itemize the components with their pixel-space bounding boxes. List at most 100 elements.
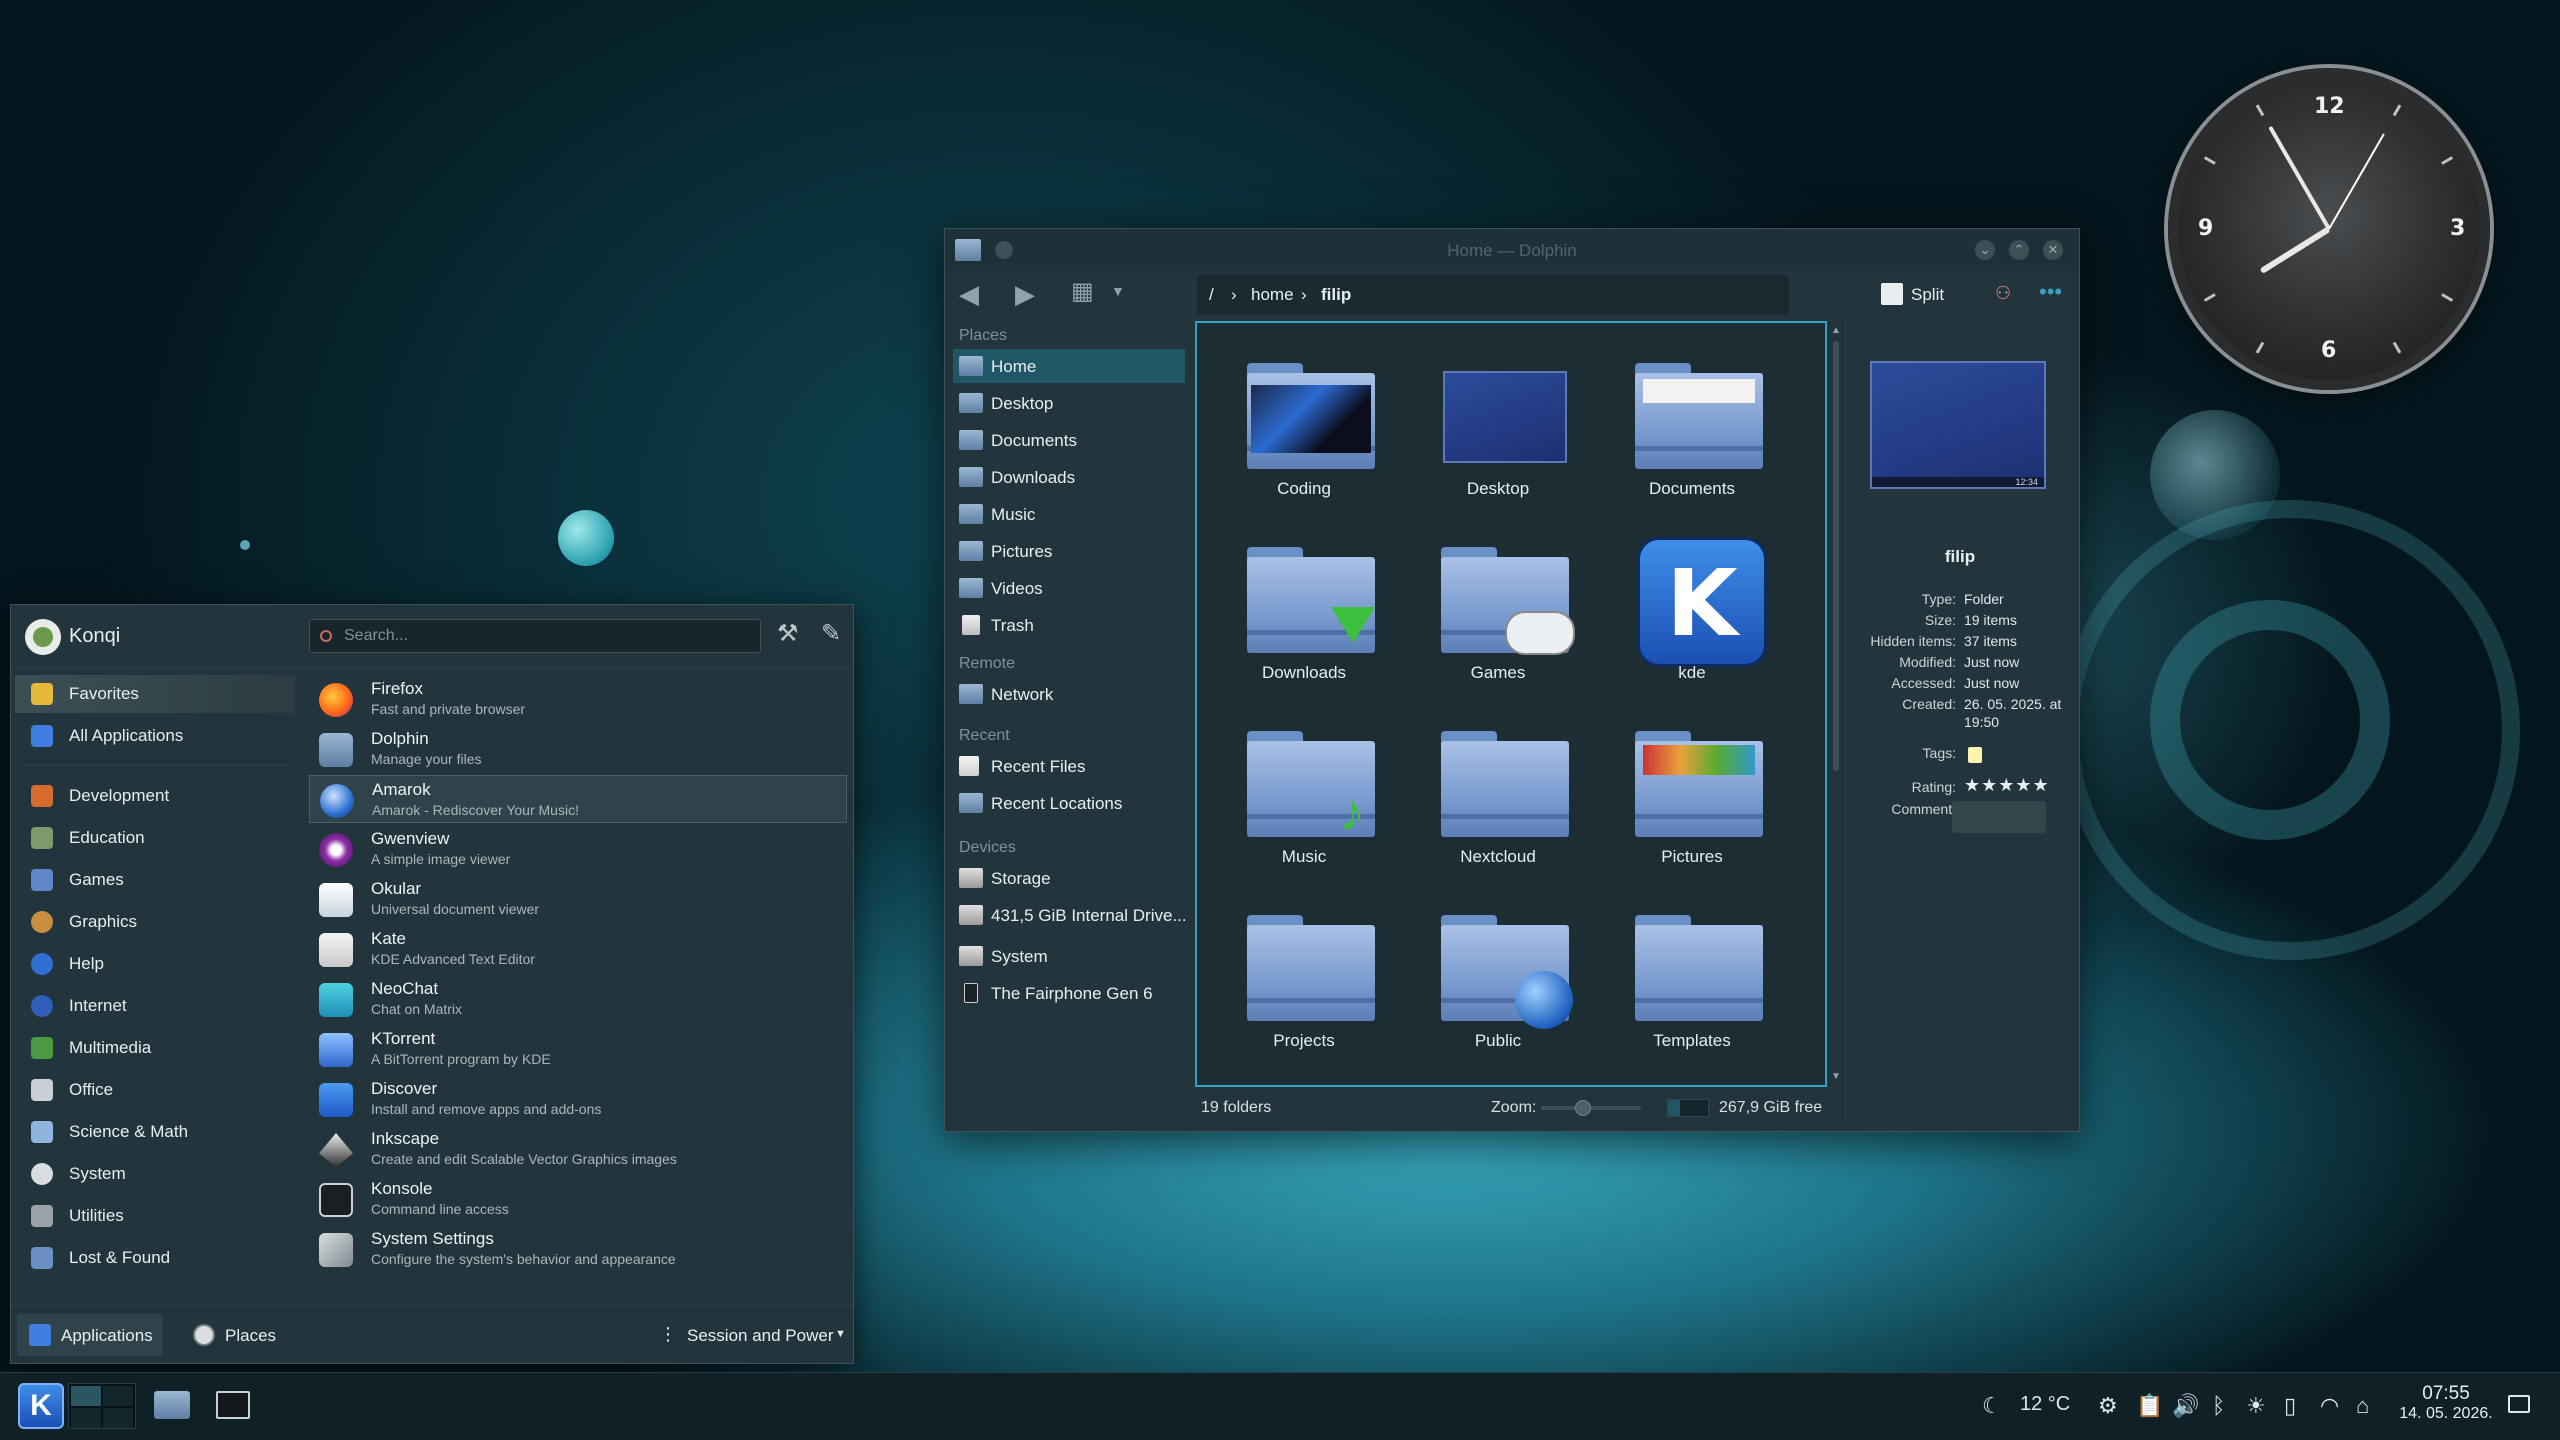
folder-item[interactable]: Projects <box>1219 895 1389 1065</box>
category-games[interactable]: Games <box>15 861 295 899</box>
place-downloads[interactable]: Downloads <box>953 460 1185 494</box>
place-recent-locations[interactable]: Recent Locations <box>953 786 1185 820</box>
scroll-down-icon[interactable]: ▼ <box>1831 1071 1841 1082</box>
category-multimedia[interactable]: Multimedia <box>15 1029 295 1067</box>
app-okular[interactable]: Okular Universal document viewer <box>309 875 847 923</box>
app-konsole[interactable]: Konsole Command line access <box>309 1175 847 1223</box>
folder-item[interactable]: Nextcloud <box>1413 711 1583 881</box>
back-arrow-icon[interactable]: ◀ <box>959 279 979 310</box>
scrollbar[interactable]: ▲ ▼ <box>1831 325 1841 1085</box>
folder-item[interactable]: Public <box>1413 895 1583 1065</box>
category-development[interactable]: Development <box>15 777 295 815</box>
close-button[interactable]: ✕ <box>2043 240 2063 260</box>
app-kate[interactable]: Kate KDE Advanced Text Editor <box>309 925 847 973</box>
place-recent-files[interactable]: Recent Files <box>953 749 1185 783</box>
forward-arrow-icon[interactable]: ▶ <box>1015 279 1035 310</box>
app-system-settings[interactable]: System Settings Configure the system's be… <box>309 1225 847 1273</box>
app-firefox[interactable]: Firefox Fast and private browser <box>309 675 847 723</box>
places-tab[interactable]: Places <box>181 1314 291 1356</box>
category-favorites[interactable]: Favorites <box>15 675 295 713</box>
app-amarok[interactable]: Amarok Amarok - Rediscover Your Music! <box>309 775 847 823</box>
scroll-up-icon[interactable]: ▲ <box>1831 325 1841 336</box>
zoom-slider[interactable] <box>1541 1100 1641 1116</box>
wifi-icon[interactable]: ◠ <box>2320 1393 2339 1419</box>
breadcrumb-current[interactable]: filip <box>1321 285 1351 305</box>
dolphin-window[interactable]: Home — Dolphin ⌄ ⌃ ✕ ◀ ▶ ▦ ▼ / › home › … <box>944 228 2080 1132</box>
place-pictures[interactable]: Pictures <box>953 534 1185 568</box>
folder-item[interactable]: Pictures <box>1607 711 1777 881</box>
notifications-icon[interactable]: ⌂ <box>2356 1393 2369 1419</box>
folder-item[interactable]: Templates <box>1607 895 1777 1065</box>
app-discover[interactable]: Discover Install and remove apps and add-… <box>309 1075 847 1123</box>
category-office[interactable]: Office <box>15 1071 295 1109</box>
place-storage[interactable]: Storage <box>953 861 1185 895</box>
pin-icon[interactable]: ✎ <box>821 619 841 648</box>
menu-icon[interactable]: ••• <box>2039 279 2062 305</box>
night-mode-icon[interactable]: ☾ <box>1982 1393 2002 1419</box>
task-konsole[interactable] <box>210 1383 256 1429</box>
category-system[interactable]: System <box>15 1155 295 1193</box>
comment-field[interactable] <box>1952 801 2046 833</box>
place-internal-drive[interactable]: 431,5 GiB Internal Drive... <box>953 898 1187 932</box>
brightness-icon[interactable]: ☀ <box>2246 1393 2266 1419</box>
tag-icon[interactable] <box>1968 747 1982 763</box>
application-launcher[interactable]: Konqi Search... ⚒ ✎ Favorites All Applic… <box>10 604 854 1364</box>
category-all-applications[interactable]: All Applications <box>15 717 295 755</box>
minimize-button[interactable]: ⌄ <box>1975 240 1995 260</box>
app-ktorrent[interactable]: KTorrent A BitTorrent program by KDE <box>309 1025 847 1073</box>
folder-item[interactable]: Games <box>1413 527 1583 697</box>
bluetooth-icon[interactable]: ᛒ <box>2212 1393 2225 1419</box>
breadcrumb[interactable]: / › home › filip <box>1197 275 1789 315</box>
category-graphics[interactable]: Graphics <box>15 903 295 941</box>
pager-desktop-2[interactable] <box>103 1386 133 1406</box>
place-network[interactable]: Network <box>953 677 1185 711</box>
pager-desktop-3[interactable] <box>71 1408 101 1428</box>
show-desktop-button[interactable] <box>2508 1395 2530 1413</box>
pager-widget[interactable] <box>68 1383 136 1429</box>
app-neochat[interactable]: NeoChat Chat on Matrix <box>309 975 847 1023</box>
task-dolphin[interactable] <box>148 1383 194 1429</box>
pager-desktop-1[interactable] <box>71 1386 101 1406</box>
place-documents[interactable]: Documents <box>953 423 1185 457</box>
folder-item[interactable]: Downloads <box>1219 527 1389 697</box>
applications-tab[interactable]: Applications <box>17 1314 163 1356</box>
search-icon[interactable]: ⚇ <box>1995 283 2011 304</box>
titlebar[interactable]: Home — Dolphin ⌄ ⌃ ✕ <box>945 229 2079 271</box>
place-music[interactable]: Music <box>953 497 1185 531</box>
place-videos[interactable]: Videos <box>953 571 1185 605</box>
category-education[interactable]: Education <box>15 819 295 857</box>
view-mode-icon[interactable]: ▦ <box>1071 277 1094 306</box>
folder-item[interactable]: Desktop <box>1413 343 1583 513</box>
place-fairphone[interactable]: The Fairphone Gen 6 <box>953 976 1185 1010</box>
breadcrumb-root[interactable]: / <box>1209 285 1214 305</box>
category-help[interactable]: Help <box>15 945 295 983</box>
split-button[interactable]: Split <box>1911 285 1944 305</box>
place-trash[interactable]: Trash <box>953 608 1185 642</box>
maximize-button[interactable]: ⌃ <box>2009 240 2029 260</box>
folder-item[interactable]: Coding <box>1219 343 1389 513</box>
weather-temp[interactable]: 12 °C <box>2020 1393 2070 1416</box>
pager-desktop-4[interactable] <box>103 1408 133 1428</box>
category-utilities[interactable]: Utilities <box>15 1197 295 1235</box>
settings-gear-icon[interactable]: ⚙ <box>2098 1393 2118 1419</box>
category-science-math[interactable]: Science & Math <box>15 1113 295 1151</box>
configure-icon[interactable]: ⚒ <box>777 619 799 648</box>
category-internet[interactable]: Internet <box>15 987 295 1025</box>
place-home[interactable]: Home <box>953 349 1185 383</box>
folder-item[interactable]: ♪ Music <box>1219 711 1389 881</box>
rating-stars[interactable]: ★★★★★ <box>1964 775 2050 796</box>
place-system[interactable]: System <box>953 939 1185 973</box>
volume-icon[interactable]: 🔊 <box>2172 1393 2199 1419</box>
zoom-slider-handle[interactable] <box>1575 1100 1591 1116</box>
clipboard-icon[interactable]: 📋 <box>2136 1393 2163 1419</box>
analog-clock[interactable]: 12 3 6 9 <box>2168 68 2490 390</box>
folder-item[interactable]: Documents <box>1607 343 1777 513</box>
scrollbar-handle[interactable] <box>1833 341 1839 771</box>
folder-item[interactable]: K kde <box>1607 527 1777 697</box>
battery-icon[interactable]: ▯ <box>2284 1393 2296 1419</box>
breadcrumb-home[interactable]: home <box>1251 285 1294 305</box>
chevron-down-icon[interactable]: ▼ <box>1111 283 1125 299</box>
session-power-button[interactable]: ⋮ Session and Power ▼ <box>651 1314 851 1356</box>
category-lost-found[interactable]: Lost & Found <box>15 1239 295 1277</box>
kde-launcher-button[interactable]: K <box>18 1383 64 1429</box>
